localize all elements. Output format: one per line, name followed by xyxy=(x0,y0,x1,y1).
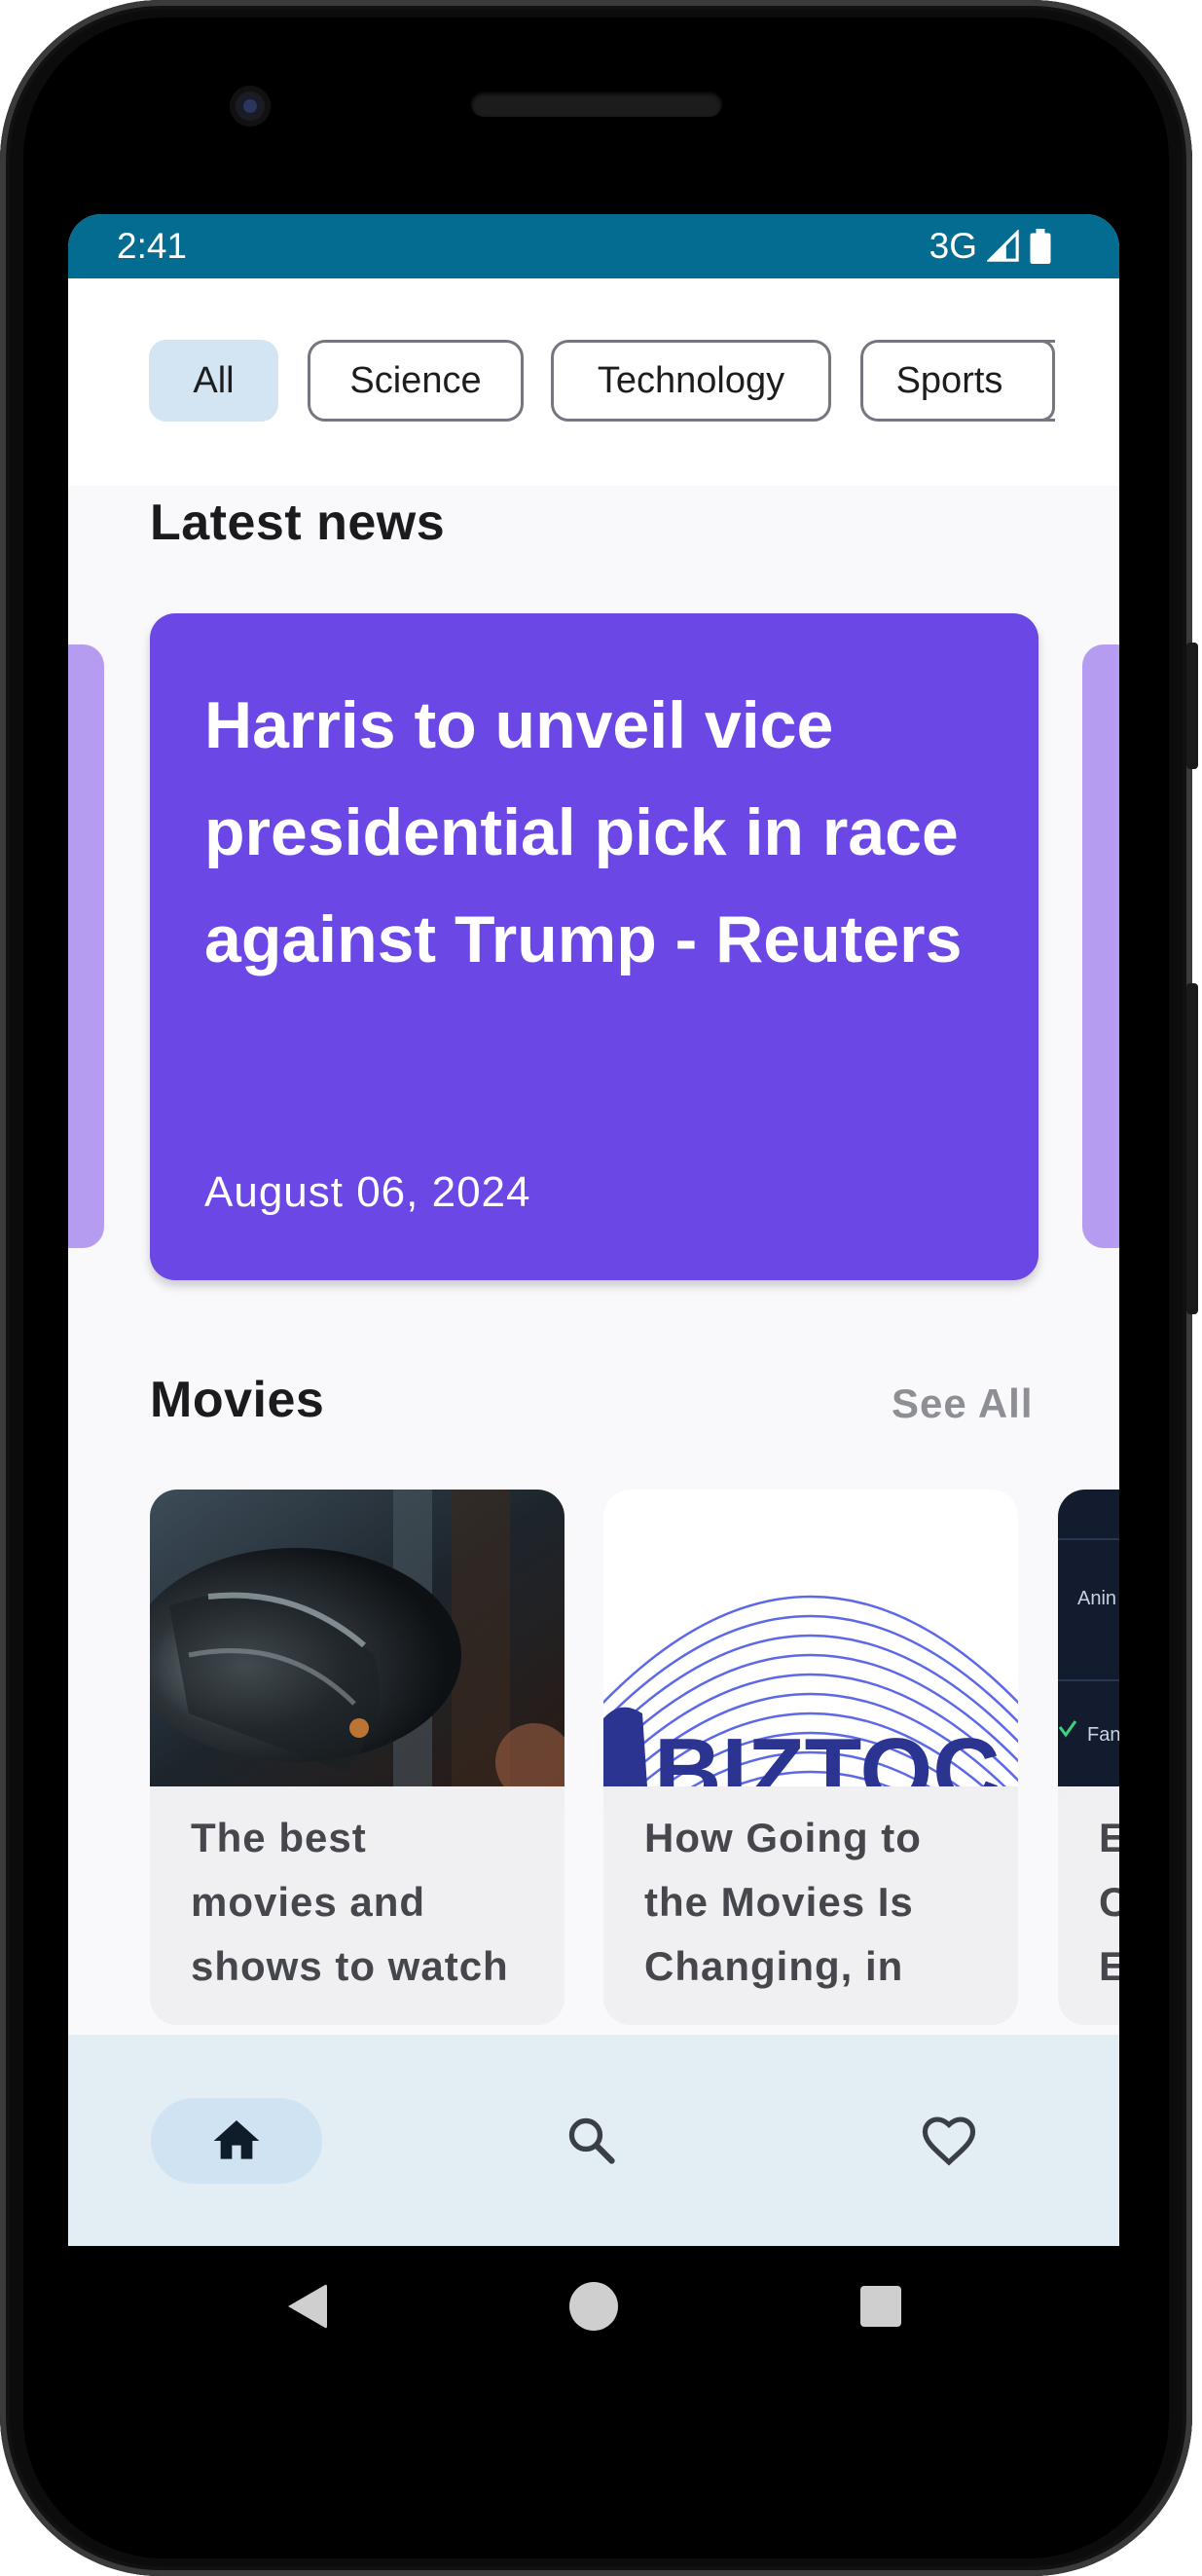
featured-news-card[interactable]: Harris to unveil vice presidential pick … xyxy=(150,613,1038,1280)
signal-icon xyxy=(987,230,1019,262)
chip-label: Science xyxy=(349,359,482,401)
movie-thumbnail: BIZTOC xyxy=(603,1490,1018,1786)
movie-caption-line: Changing, in xyxy=(644,1943,904,1989)
movie-thumbnail: Anin Fan xyxy=(1058,1490,1119,1786)
system-home-icon[interactable] xyxy=(568,2281,619,2332)
chip-label: Technology xyxy=(597,359,785,401)
status-bar: 2:41 3G xyxy=(68,214,1119,278)
movie-caption-line: the Movies Is xyxy=(644,1879,914,1925)
movie-caption: How Going to the Movies Is Changing, in xyxy=(603,1786,1018,2025)
movie-caption: The best movies and shows to watch xyxy=(150,1786,565,2025)
battery-icon xyxy=(1030,229,1051,264)
thumbnail-label: Fan xyxy=(1087,1724,1119,1746)
front-camera xyxy=(230,86,271,127)
latest-news-title: Latest news xyxy=(150,495,446,551)
see-all-link[interactable]: See All xyxy=(892,1380,1034,1427)
system-recents-icon[interactable] xyxy=(860,2286,901,2327)
status-time: 2:41 xyxy=(117,226,188,266)
chip-science[interactable]: Science xyxy=(308,340,524,422)
power-button xyxy=(1186,983,1198,1314)
chip-technology[interactable]: Technology xyxy=(551,340,831,422)
network-type: 3G xyxy=(929,226,977,266)
movie-caption-line: How Going to xyxy=(644,1815,922,1860)
movie-card[interactable]: BIZTOC How Going to the Movies Is Changi… xyxy=(603,1490,1018,2025)
chip-all[interactable]: All xyxy=(149,340,278,422)
movie-caption-line: movies and xyxy=(191,1879,426,1925)
movie-caption-line: shows to watch xyxy=(191,1943,509,1989)
chip-label: Sports xyxy=(895,359,1003,401)
movie-thumbnail xyxy=(150,1490,565,1786)
heart-icon[interactable] xyxy=(919,2111,979,2171)
chip-overflow-edge xyxy=(1041,340,1055,422)
movie-caption-line: E xyxy=(1099,1815,1119,1860)
thumbnail-label: Anin xyxy=(1077,1588,1116,1609)
chip-label: All xyxy=(193,359,235,401)
prev-news-card-peek[interactable] xyxy=(68,644,104,1248)
next-news-card-peek[interactable] xyxy=(1082,644,1119,1248)
category-filter-bar: All Science Technology Sports xyxy=(68,278,1119,486)
movie-caption-line: The best xyxy=(191,1815,367,1860)
movie-card[interactable]: The best movies and shows to watch xyxy=(150,1490,565,2025)
biztoc-wordmark: BIZTOC xyxy=(654,1719,1001,1786)
movie-card[interactable]: Anin Fan E C E xyxy=(1058,1490,1119,2025)
chip-sports[interactable]: Sports xyxy=(860,340,1055,422)
news-date: August 06, 2024 xyxy=(204,1168,531,1216)
volume-button xyxy=(1186,643,1198,769)
movie-thumbnail-art xyxy=(150,1490,565,1786)
earpiece-speaker xyxy=(471,92,722,117)
system-back-icon[interactable] xyxy=(284,2281,329,2332)
news-headline: Harris to unveil vice presidential pick … xyxy=(204,688,963,976)
movies-title: Movies xyxy=(150,1372,325,1428)
movie-caption-line: E xyxy=(1099,1943,1119,1989)
movie-thumbnail-art: Anin Fan xyxy=(1058,1538,1119,1746)
nav-home-button[interactable] xyxy=(151,2098,322,2184)
status-icons: 3G xyxy=(929,226,1051,267)
biztoc-logo-art: BIZTOC xyxy=(603,1595,1018,1786)
home-icon xyxy=(213,2120,260,2159)
movie-caption-line: C xyxy=(1099,1879,1119,1925)
bottom-navigation-bar xyxy=(68,2035,1119,2246)
app-screen: 2:41 3G All Science Technology Sports La… xyxy=(68,214,1119,2246)
movie-caption: E C E xyxy=(1058,1786,1119,2025)
search-icon[interactable] xyxy=(564,2113,620,2169)
